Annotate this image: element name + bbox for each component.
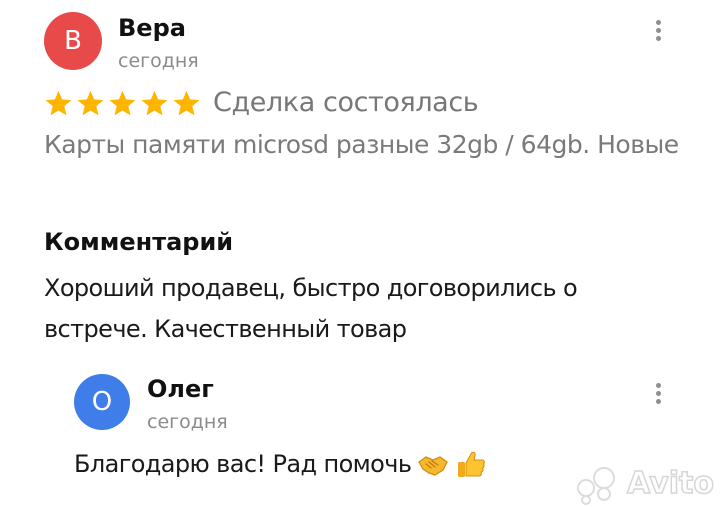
comment-heading: Комментарий: [44, 228, 234, 256]
deal-status: Сделка состоялась: [213, 87, 479, 118]
reply-message: Благодарю вас! Рад помочь: [74, 450, 412, 478]
thumbs-up-emoji-icon: [458, 451, 486, 477]
avito-watermark-logo: Avito: [577, 465, 715, 505]
star-icon: [109, 90, 136, 115]
reply-author-avatar: О: [74, 374, 130, 430]
review-more-menu-button[interactable]: [646, 13, 670, 47]
reply-more-menu-button[interactable]: [646, 376, 670, 410]
avito-watermark-text: Avito: [626, 465, 714, 502]
handshake-emoji-icon: [418, 456, 449, 476]
more-vertical-icon: [655, 19, 661, 25]
rating-stars: [44, 86, 201, 120]
star-icon: [45, 90, 72, 115]
reviewer-avatar: В: [44, 12, 102, 70]
reply-text: Благодарю вас! Рад помочь: [74, 448, 487, 480]
review-date: сегодня: [118, 50, 199, 72]
star-icon: [141, 90, 168, 115]
reply-author-name[interactable]: Олег: [147, 375, 214, 403]
item-title[interactable]: Карты памяти microsd разные 32gb / 64gb.…: [44, 126, 684, 163]
avito-dots-icon: [577, 466, 621, 505]
reply-date: сегодня: [147, 411, 228, 433]
star-icon: [173, 90, 200, 115]
star-icon: [77, 90, 104, 115]
reviewer-name[interactable]: Вера: [118, 14, 186, 42]
comment-text: Хороший продавец, быстро договорились о …: [44, 274, 578, 343]
more-vertical-icon: [655, 382, 661, 388]
